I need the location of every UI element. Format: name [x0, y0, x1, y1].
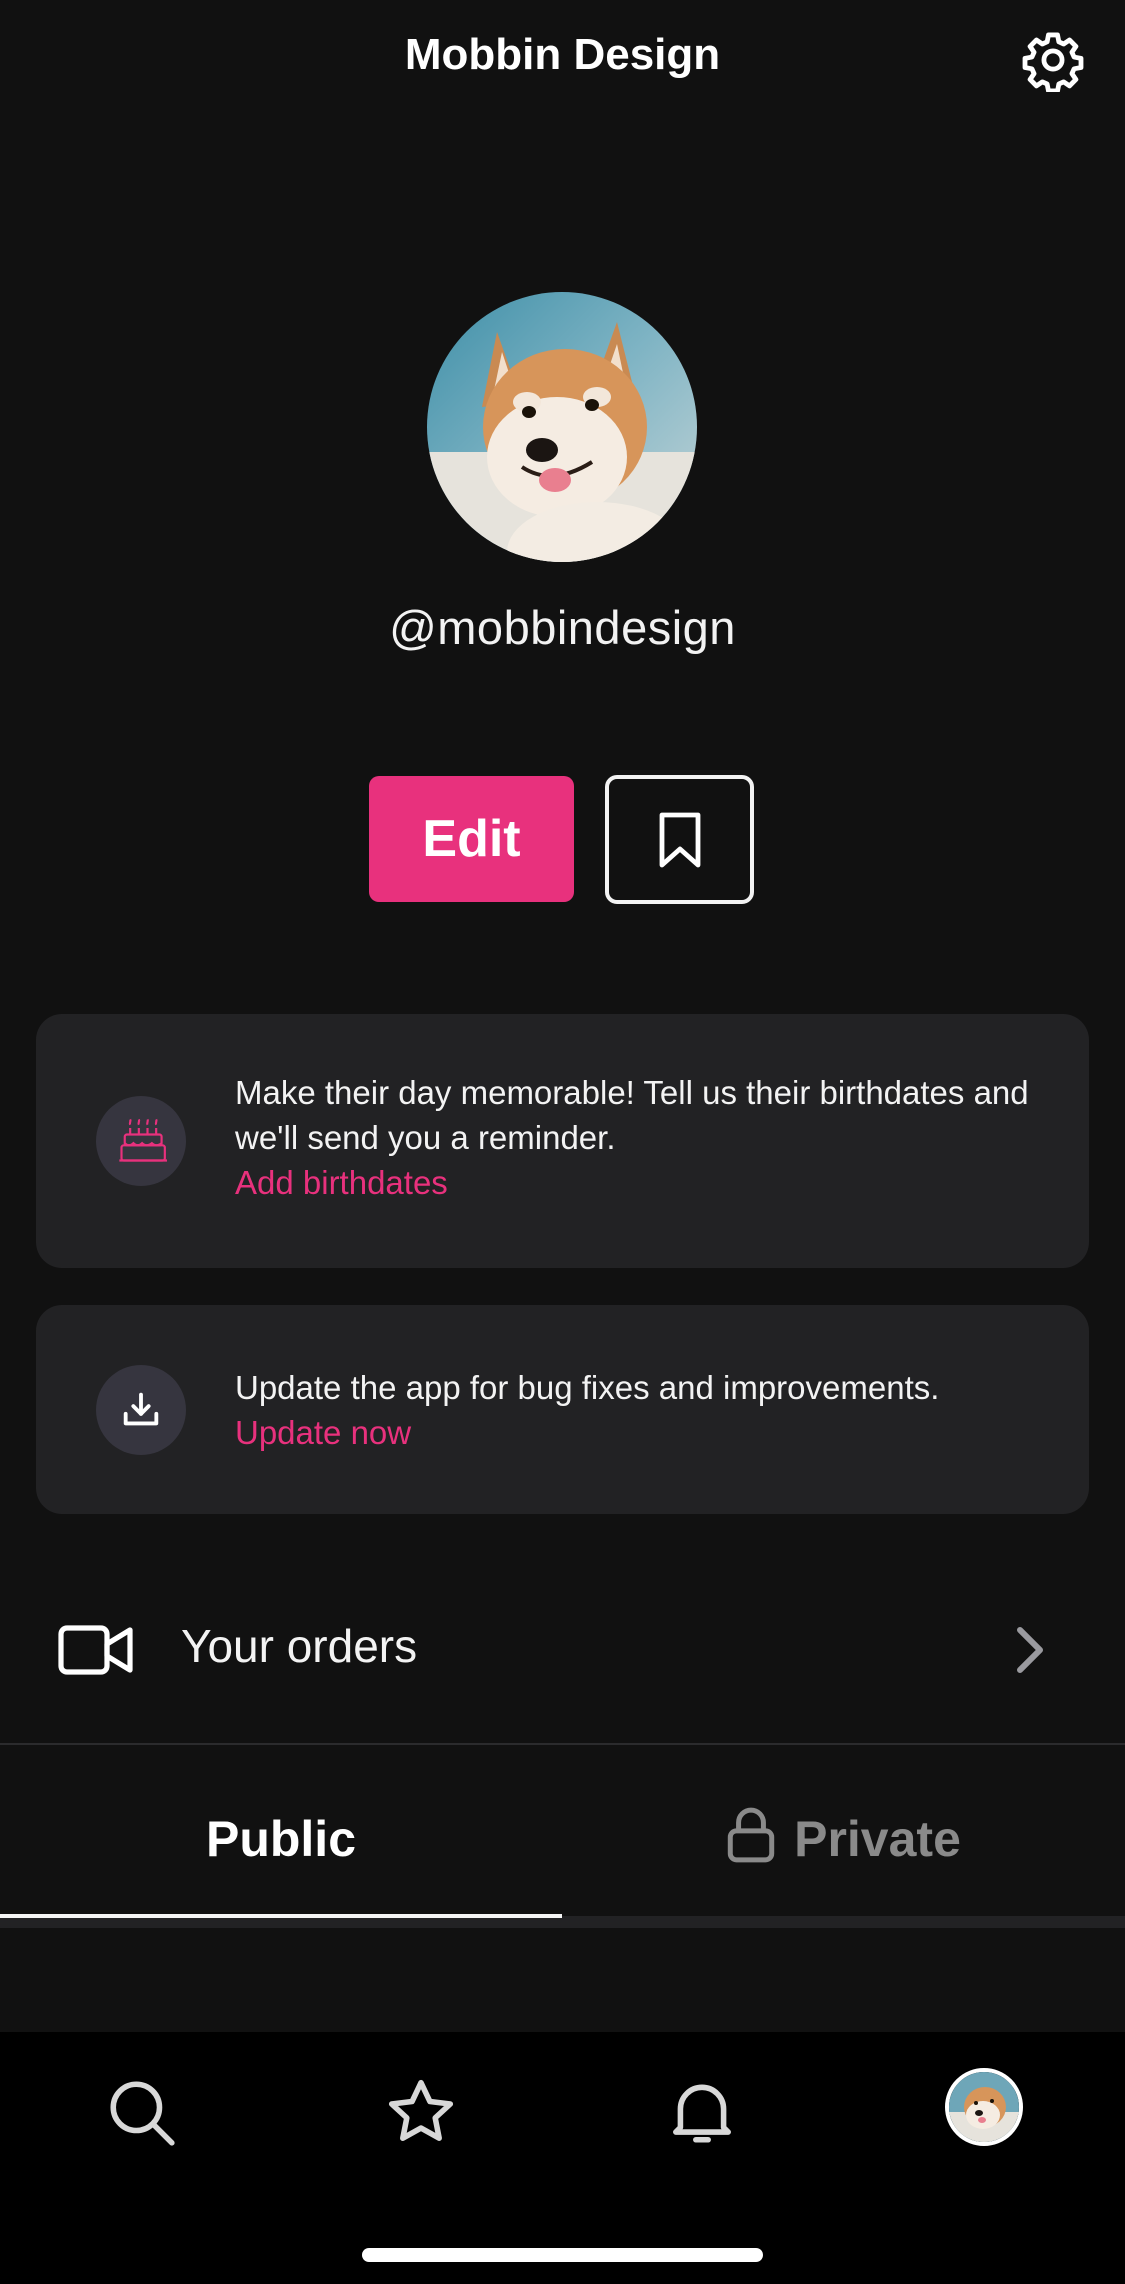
- nav-favorites[interactable]: [381, 2072, 461, 2152]
- profile-screen: Mobbin Design @mobbindesign Edit Make th…: [0, 0, 1125, 2284]
- update-app-card: Update the app for bug fixes and improve…: [36, 1305, 1089, 1514]
- card-message: Make their day memorable! Tell us their …: [235, 1070, 1049, 1205]
- birthday-cake-icon: [96, 1096, 186, 1186]
- star-icon: [388, 2079, 454, 2141]
- profile-avatar[interactable]: [427, 292, 697, 562]
- divider: [0, 1743, 1125, 1745]
- your-orders-label: Your orders: [181, 1620, 418, 1672]
- gear-icon: [1022, 32, 1084, 94]
- tab-private-label: Private: [794, 1811, 961, 1867]
- bottom-navigation: [0, 2032, 1125, 2284]
- home-indicator: [362, 2248, 763, 2262]
- settings-button[interactable]: [1021, 28, 1085, 94]
- card-message-text: Update the app for bug fixes and improve…: [235, 1369, 940, 1406]
- profile-avatar-icon: [949, 2072, 1019, 2142]
- page-title: Mobbin Design: [404, 30, 721, 79]
- download-icon: [96, 1365, 186, 1455]
- bookmark-icon: [659, 812, 700, 867]
- your-orders-row[interactable]: Your orders: [0, 1574, 1125, 1744]
- header: Mobbin Design: [0, 0, 1125, 120]
- dog-avatar-image: [427, 292, 697, 562]
- edit-button[interactable]: Edit: [369, 776, 574, 902]
- bookmark-button[interactable]: [605, 775, 754, 904]
- nav-profile-avatar[interactable]: [945, 2068, 1023, 2146]
- search-icon: [110, 2081, 175, 2146]
- card-message-text: Make their day memorable! Tell us their …: [235, 1074, 1029, 1156]
- nav-search[interactable]: [101, 2072, 181, 2152]
- active-tab-indicator: [0, 1914, 562, 1918]
- lock-icon: [727, 1807, 775, 1863]
- bell-icon: [673, 2084, 731, 2143]
- tab-private[interactable]: Private: [562, 1807, 1125, 1914]
- add-birthdates-link[interactable]: Add birthdates: [235, 1160, 1049, 1205]
- video-camera-icon: [58, 1625, 133, 1675]
- tab-public-label: Public: [205, 1811, 357, 1867]
- update-now-link[interactable]: Update now: [235, 1410, 1049, 1455]
- card-message: Update the app for bug fixes and improve…: [235, 1365, 1049, 1455]
- tab-public[interactable]: Public: [0, 1810, 562, 1914]
- nav-notifications[interactable]: [662, 2072, 742, 2152]
- birthdate-reminder-card: Make their day memorable! Tell us their …: [36, 1014, 1089, 1268]
- chevron-right-icon: [1017, 1627, 1043, 1673]
- username: @mobbindesign: [389, 601, 736, 654]
